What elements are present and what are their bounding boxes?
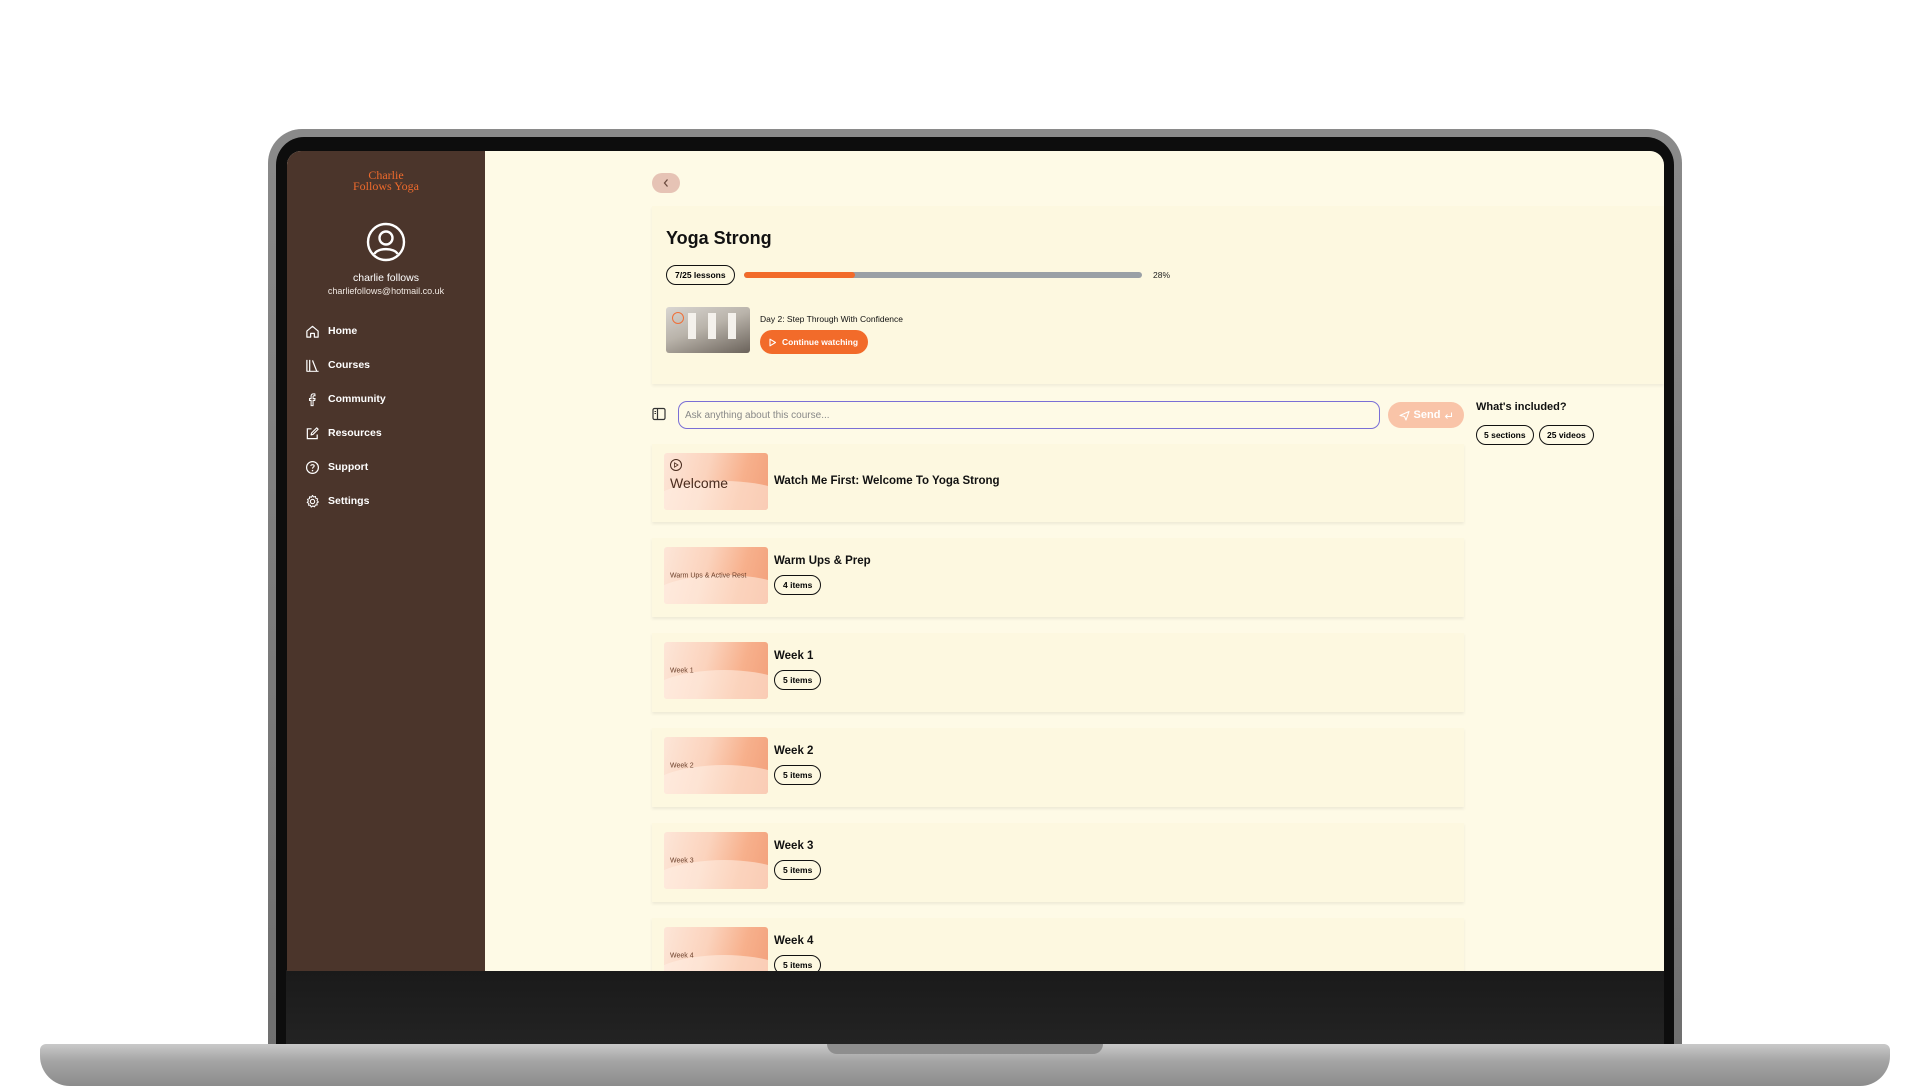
course-page: Yoga Strong 7/25 lessons 28% Day 2: Step… <box>485 151 1664 971</box>
course-progress-fill <box>744 272 856 278</box>
section-title: Warm Ups & Prep <box>774 555 871 567</box>
progress-percent: 28% <box>1153 270 1171 280</box>
sidebar-item-label: Home <box>328 325 358 337</box>
section-card-welcome[interactable]: Welcome Watch Me First: Welcome To Yoga … <box>652 444 1464 522</box>
gear-icon <box>304 493 320 509</box>
home-icon <box>304 323 320 339</box>
sidebar-item-label: Support <box>328 461 369 473</box>
user-name: charlie follows <box>353 272 419 284</box>
section-card-week-3[interactable]: Week 3 Week 3 5 items <box>652 823 1464 902</box>
course-header: Yoga Strong 7/25 lessons 28% Day 2: Step… <box>652 206 1664 384</box>
sidebar-item-support[interactable]: Support <box>304 450 474 484</box>
section-title: Week 3 <box>774 840 814 852</box>
sidebar: Charlie Follows Yoga charlie follows cha… <box>287 151 485 971</box>
laptop-keyboard <box>286 970 1664 1051</box>
section-thumbnail-text: Warm Ups & Active Rest <box>670 572 747 579</box>
sidebar-nav: Home Courses Community Resources Support… <box>304 314 474 518</box>
section-thumbnail-text: Week 2 <box>670 762 694 769</box>
lessons-count-badge: 7/25 lessons <box>666 265 735 285</box>
facebook-icon <box>304 391 320 407</box>
laptop-screen: Charlie Follows Yoga charlie follows cha… <box>287 151 1664 971</box>
section-thumbnail: Week 1 <box>664 642 768 699</box>
section-thumbnail-text: Week 1 <box>670 667 694 674</box>
sidebar-item-courses[interactable]: Courses <box>304 348 474 382</box>
sidebar-item-home[interactable]: Home <box>304 314 474 348</box>
chevron-left-icon <box>663 179 668 187</box>
section-items-badge: 4 items <box>774 575 822 595</box>
section-thumbnail: Week 2 <box>664 737 768 794</box>
page-title: Yoga Strong <box>666 228 772 248</box>
user-avatar-icon[interactable] <box>366 222 406 262</box>
sidebar-item-label: Community <box>328 393 386 405</box>
section-card-week-4[interactable]: Week 4 Week 4 5 items <box>652 918 1464 971</box>
sidebar-item-label: Courses <box>328 359 371 371</box>
section-card-week-1[interactable]: Week 1 Week 1 5 items <box>652 633 1464 712</box>
send-icon <box>1398 410 1410 421</box>
section-thumbnail: Week 3 <box>664 832 768 889</box>
play-icon <box>769 338 777 346</box>
section-title: Week 4 <box>774 935 814 947</box>
books-icon <box>304 357 320 373</box>
section-thumbnail-text: Week 3 <box>670 857 694 864</box>
course-progress-bar <box>744 272 1142 278</box>
play-icon <box>672 312 684 324</box>
panel-toggle-icon[interactable] <box>652 407 666 421</box>
section-card-week-2[interactable]: Week 2 Week 2 5 items <box>652 728 1464 807</box>
section-items-badge: 5 items <box>774 765 822 785</box>
sections-count-badge: 5 sections <box>1476 425 1534 445</box>
section-thumbnail: Week 4 <box>664 927 768 971</box>
back-button[interactable] <box>652 173 680 193</box>
sidebar-item-label: Resources <box>328 427 382 439</box>
section-title: Week 2 <box>774 745 814 757</box>
current-lesson-thumbnail[interactable] <box>666 307 750 353</box>
sidebar-item-community[interactable]: Community <box>304 382 474 416</box>
edit-icon <box>304 425 320 441</box>
section-items-badge: 5 items <box>774 955 822 971</box>
section-title: Week 1 <box>774 650 814 662</box>
send-button[interactable]: Send <box>1388 402 1464 428</box>
section-card-warm-ups[interactable]: Warm Ups & Active Rest Warm Ups & Prep 4… <box>652 538 1464 617</box>
send-label: Send <box>1413 409 1441 421</box>
section-title: Watch Me First: Welcome To Yoga Strong <box>774 475 1000 487</box>
send-shortcut-icon <box>1445 412 1453 419</box>
brand-logo[interactable]: Charlie Follows Yoga <box>287 169 485 193</box>
help-icon <box>304 459 320 475</box>
continue-watching-label: Continue watching <box>782 337 859 347</box>
section-thumbnail-text: Welcome <box>670 475 729 491</box>
play-icon <box>670 459 682 471</box>
section-items-badge: 5 items <box>774 670 822 690</box>
sidebar-item-settings[interactable]: Settings <box>304 484 474 518</box>
whats-included-title: What's included? <box>1476 401 1567 413</box>
logo-line-2: Follows Yoga <box>352 179 420 193</box>
section-thumbnail-text: Week 4 <box>670 952 694 959</box>
section-items-badge: 5 items <box>774 860 822 880</box>
user-email: charliefollows@hotmail.co.uk <box>327 286 445 296</box>
section-thumbnail: Welcome <box>664 453 768 510</box>
section-thumbnail: Warm Ups & Active Rest <box>664 547 768 604</box>
ask-course-input[interactable] <box>678 401 1380 429</box>
videos-count-badge: 25 videos <box>1539 425 1594 445</box>
course-sections-list: Welcome Watch Me First: Welcome To Yoga … <box>652 444 1464 971</box>
sidebar-item-resources[interactable]: Resources <box>304 416 474 450</box>
laptop-notch <box>827 1044 1103 1054</box>
continue-watching-button[interactable]: Continue watching <box>760 330 869 354</box>
current-lesson-title: Day 2: Step Through With Confidence <box>760 314 904 324</box>
sidebar-item-label: Settings <box>328 495 370 507</box>
